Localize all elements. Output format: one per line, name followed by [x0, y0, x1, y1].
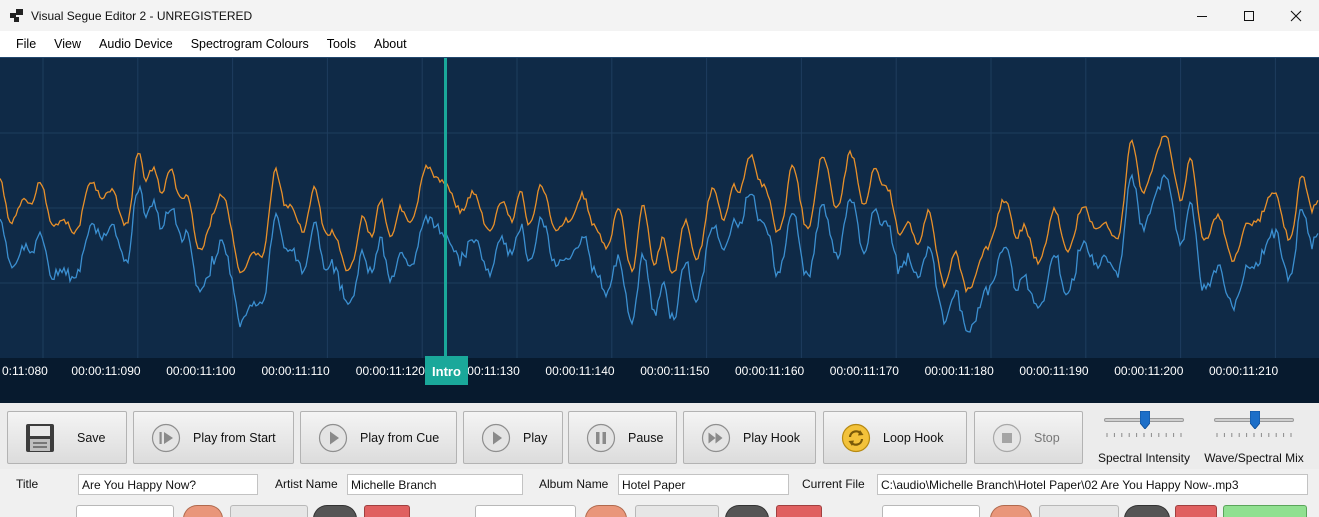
time-axis-label: 00:00:11:210: [1209, 364, 1279, 378]
waveform-channel-right: [0, 173, 1319, 333]
intro-marker-label: Intro: [432, 364, 461, 379]
menu-audio-device[interactable]: Audio Device: [90, 31, 182, 57]
stop-label: Stop: [1034, 430, 1060, 445]
loop-icon: [841, 423, 871, 452]
waveform-grid: [0, 58, 1319, 358]
cropped-record-button[interactable]: [585, 505, 627, 517]
stop-icon: [992, 423, 1022, 452]
stop-button[interactable]: Stop: [974, 411, 1083, 464]
cropped-record-button[interactable]: [990, 505, 1032, 517]
cropped-field[interactable]: [76, 505, 174, 517]
play-from-start-icon: [151, 423, 181, 452]
spectral-intensity-ticks: [1106, 433, 1182, 437]
play-hook-label: Play Hook: [743, 430, 800, 445]
fast-forward-icon: [701, 423, 731, 452]
cropped-time-field[interactable]: [475, 505, 576, 517]
time-axis-label: 00:00:11:100: [166, 364, 236, 378]
cropped-status-indicator: [1223, 505, 1307, 517]
play-from-cue-button[interactable]: Play from Cue: [300, 411, 457, 464]
time-axis-label: 00:00:11:110: [261, 364, 330, 378]
cropped-field[interactable]: [882, 505, 980, 517]
pause-button[interactable]: Pause: [568, 411, 677, 464]
window-title: Visual Segue Editor 2 - UNREGISTERED: [31, 8, 253, 23]
maximize-icon: [1244, 10, 1254, 21]
artist-name-field[interactable]: Michelle Branch: [347, 474, 523, 495]
play-from-start-label: Play from Start: [193, 430, 276, 445]
time-axis-label: 00:00:11:180: [925, 364, 995, 378]
title-field[interactable]: Are You Happy Now?: [78, 474, 258, 495]
loop-hook-button[interactable]: Loop Hook: [823, 411, 967, 464]
menu-file[interactable]: File: [7, 31, 45, 57]
spectral-intensity-slider[interactable]: Spectral Intensity: [1098, 411, 1190, 467]
waveform-channel-left: [0, 135, 1319, 294]
title-label: Title: [16, 477, 39, 491]
menu-view[interactable]: View: [45, 31, 90, 57]
time-axis-label: 0:11:080: [2, 364, 48, 378]
intro-marker-line[interactable]: [444, 58, 447, 358]
menu-about[interactable]: About: [365, 31, 416, 57]
minimize-button[interactable]: [1179, 0, 1225, 31]
cropped-button[interactable]: [1039, 505, 1119, 517]
play-label: Play: [523, 430, 548, 445]
menu-tools[interactable]: Tools: [318, 31, 365, 57]
pause-label: Pause: [628, 430, 664, 445]
cropped-marker-button[interactable]: [1175, 505, 1217, 517]
transport-toolbar: Save Play from Start Play from Cue Play: [0, 403, 1319, 469]
time-axis-label: 00:00:11:090: [71, 364, 141, 378]
cropped-marker-button[interactable]: [776, 505, 822, 517]
current-file-label: Current File: [802, 477, 865, 491]
save-label: Save: [77, 430, 106, 445]
time-axis-label: 00:00:11:160: [735, 364, 805, 378]
wave-spectral-mix-label: Wave/Spectral Mix: [1204, 451, 1304, 465]
wave-spectral-mix-slider[interactable]: Wave/Spectral Mix: [1204, 411, 1304, 467]
save-button[interactable]: Save: [7, 411, 127, 464]
cropped-marker-button[interactable]: [364, 505, 410, 517]
time-axis-label: 00:00:11:190: [1019, 364, 1089, 378]
cropped-knob[interactable]: [313, 505, 357, 517]
time-axis-label: 00:00:11:150: [640, 364, 710, 378]
menu-spectrogram-colours[interactable]: Spectrogram Colours: [182, 31, 318, 57]
album-name-label: Album Name: [539, 477, 609, 491]
maximize-button[interactable]: [1226, 0, 1272, 31]
title-bar: Visual Segue Editor 2 - UNREGISTERED: [0, 0, 1319, 31]
menu-bar: File View Audio Device Spectrogram Colou…: [0, 31, 1319, 57]
play-from-cue-label: Play from Cue: [360, 430, 440, 445]
cropped-knob[interactable]: [725, 505, 769, 517]
cropped-button[interactable]: [230, 505, 308, 517]
visual-segue-editor-window: Visual Segue Editor 2 - UNREGISTERED Fil…: [0, 0, 1319, 517]
play-hook-button[interactable]: Play Hook: [683, 411, 816, 464]
spectral-intensity-thumb[interactable]: [1140, 411, 1151, 429]
app-icon: [10, 8, 24, 23]
current-file-field[interactable]: C:\audio\Michelle Branch\Hotel Paper\02 …: [877, 474, 1308, 495]
close-icon: [1290, 10, 1302, 21]
cropped-knob[interactable]: [1124, 505, 1170, 517]
close-button[interactable]: [1273, 0, 1319, 31]
waveform-view[interactable]: 0:11:080 00:00:11:090 00:00:11:100 00:00:11…: [0, 57, 1319, 404]
waveform-canvas[interactable]: 0:11:080 00:00:11:090 00:00:11:100 00:00:11…: [0, 58, 1319, 404]
play-button[interactable]: Play: [463, 411, 563, 464]
time-axis-labels: 0:11:080 00:00:11:090 00:00:11:100 00:00:11…: [2, 364, 1279, 378]
time-axis-label: 00:00:11:120: [356, 364, 426, 378]
album-name-field[interactable]: Hotel Paper: [618, 474, 789, 495]
cropped-controls-row: [0, 499, 1319, 517]
loop-hook-label: Loop Hook: [883, 430, 944, 445]
floppy-disk-icon: [26, 423, 54, 452]
track-metadata-row: Title Are You Happy Now? Artist Name Mic…: [0, 469, 1319, 499]
play-icon: [481, 423, 511, 452]
spectral-intensity-label: Spectral Intensity: [1097, 451, 1191, 465]
time-axis-label: 00:00:11:170: [830, 364, 900, 378]
wave-spectral-mix-ticks: [1216, 433, 1292, 437]
minimize-icon: [1197, 15, 1207, 17]
time-axis-label: 00:00:11:200: [1114, 364, 1184, 378]
pause-icon: [586, 423, 616, 452]
time-axis-label: 00:00:11:140: [545, 364, 615, 378]
play-from-start-button[interactable]: Play from Start: [133, 411, 294, 464]
artist-name-label: Artist Name: [275, 477, 338, 491]
cropped-button[interactable]: [635, 505, 719, 517]
play-icon: [318, 423, 348, 452]
wave-spectral-mix-thumb[interactable]: [1250, 411, 1261, 429]
cropped-record-button[interactable]: [183, 505, 223, 517]
